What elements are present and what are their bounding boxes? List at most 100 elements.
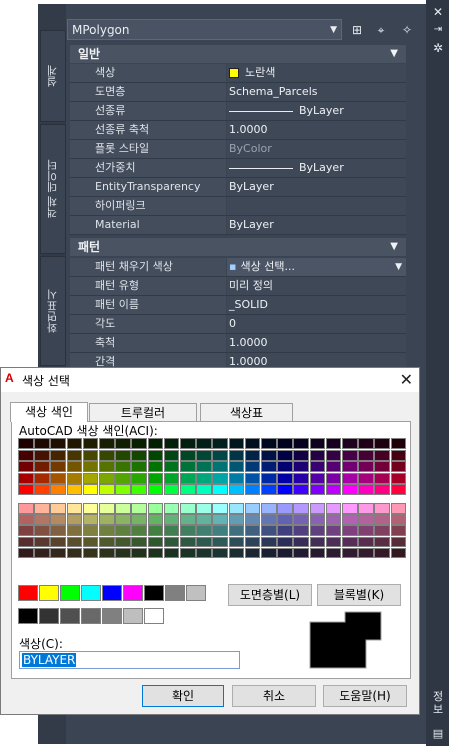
aci-color-cell[interactable] <box>374 525 391 537</box>
aci-color-cell[interactable] <box>309 438 326 450</box>
aci-color-cell[interactable] <box>390 449 407 461</box>
aci-color-cell[interactable] <box>163 536 180 548</box>
aci-color-cell[interactable] <box>131 547 148 559</box>
aci-color-cell[interactable] <box>99 438 115 450</box>
aci-color-cell[interactable] <box>374 547 391 559</box>
property-value[interactable]: 1.0000 <box>227 334 406 352</box>
aci-color-cell[interactable] <box>228 461 245 473</box>
select-objects-icon[interactable]: ⌖ <box>372 21 390 39</box>
aci-color-cell[interactable] <box>325 503 342 514</box>
aci-color-cell[interactable] <box>131 449 148 461</box>
aci-color-cell[interactable] <box>34 438 50 450</box>
aci-color-cell[interactable] <box>228 472 245 484</box>
property-row[interactable]: 패턴 유형 미리 정의 <box>70 277 406 296</box>
property-row[interactable]: 선종류 축척 1.0000 <box>70 121 406 140</box>
aci-color-cell[interactable] <box>293 449 310 461</box>
aci-color-cell[interactable] <box>244 547 261 559</box>
aci-color-cell[interactable] <box>18 536 34 548</box>
property-row[interactable]: EntityTransparency ByLayer <box>70 178 406 197</box>
aci-color-cell[interactable] <box>277 547 293 559</box>
aci-color-cell[interactable] <box>212 547 229 559</box>
aci-color-cell[interactable] <box>212 525 229 537</box>
aci-color-cell[interactable] <box>325 547 342 559</box>
aci-color-cell[interactable] <box>82 438 99 450</box>
cancel-button[interactable]: 취소 <box>232 685 316 707</box>
aci-color-cell[interactable] <box>163 514 180 525</box>
aci-color-cell[interactable] <box>66 472 83 484</box>
aci-color-cell[interactable] <box>212 536 229 548</box>
property-value[interactable]: ByLayer <box>227 178 406 196</box>
aci-color-cell[interactable] <box>18 472 34 484</box>
property-row[interactable]: 플롯 스타일 ByColor <box>70 140 406 159</box>
aci-color-cell[interactable] <box>374 461 391 473</box>
standard-color-cell[interactable] <box>18 585 38 601</box>
aci-color-cell[interactable] <box>277 525 293 537</box>
color-input[interactable]: BYLAYER <box>19 651 240 669</box>
side-tab-display[interactable]: 화면표시 <box>40 256 66 366</box>
aci-color-cell[interactable] <box>18 547 34 559</box>
aci-color-cell[interactable] <box>163 461 180 473</box>
aci-color-cell[interactable] <box>147 484 164 496</box>
aci-color-cell[interactable] <box>244 525 261 537</box>
aci-color-cell[interactable] <box>115 514 131 525</box>
aci-color-cell[interactable] <box>18 514 34 525</box>
aci-color-cell[interactable] <box>82 514 99 525</box>
property-value[interactable] <box>227 197 406 215</box>
aci-color-cell[interactable] <box>293 472 310 484</box>
aci-color-cell[interactable] <box>261 472 277 484</box>
aci-color-cell[interactable] <box>358 536 374 548</box>
aci-color-cell[interactable] <box>390 461 407 473</box>
aci-color-cell[interactable] <box>147 525 164 537</box>
standard-color-cell[interactable] <box>39 608 59 624</box>
aci-color-cell[interactable] <box>277 514 293 525</box>
aci-color-cell[interactable] <box>50 472 67 484</box>
aci-color-cell[interactable] <box>342 536 358 548</box>
standard-color-cell[interactable] <box>39 585 59 601</box>
standard-color-cell[interactable] <box>144 608 164 624</box>
aci-color-cell[interactable] <box>180 536 196 548</box>
aci-color-cell[interactable] <box>18 449 34 461</box>
aci-color-cell[interactable] <box>66 484 83 496</box>
property-row[interactable]: 축척 1.0000 <box>70 334 406 353</box>
aci-color-cell[interactable] <box>244 438 261 450</box>
standard-color-cell[interactable] <box>123 608 143 624</box>
aci-color-cell[interactable] <box>293 484 310 496</box>
aci-color-cell[interactable] <box>244 503 261 514</box>
aci-color-cell[interactable] <box>163 547 180 559</box>
aci-color-cell[interactable] <box>18 503 34 514</box>
aci-color-cell[interactable] <box>50 503 67 514</box>
property-row[interactable]: Material ByLayer <box>70 216 406 235</box>
standard-color-cell[interactable] <box>165 585 185 601</box>
aci-color-cell[interactable] <box>228 514 245 525</box>
aci-color-cell[interactable] <box>244 449 261 461</box>
chevron-down-icon[interactable]: ▼ <box>395 258 402 276</box>
aci-color-cell[interactable] <box>325 514 342 525</box>
property-value[interactable]: 1.0000 <box>227 121 406 139</box>
aci-color-cell[interactable] <box>115 449 131 461</box>
aci-color-cell[interactable] <box>293 525 310 537</box>
aci-color-cell[interactable] <box>358 438 374 450</box>
tab-true-color[interactable]: 트루컬러 <box>89 403 197 421</box>
aci-color-cell[interactable] <box>342 472 358 484</box>
property-value[interactable]: 노란색 <box>227 64 406 82</box>
aci-color-cell[interactable] <box>261 503 277 514</box>
aci-color-cell[interactable] <box>228 484 245 496</box>
property-value[interactable]: ByLayer <box>227 102 406 120</box>
aci-color-cell[interactable] <box>277 438 293 450</box>
aci-palette-lower[interactable] <box>18 503 407 559</box>
aci-color-cell[interactable] <box>212 449 229 461</box>
aci-color-cell[interactable] <box>212 438 229 450</box>
aci-color-cell[interactable] <box>163 438 180 450</box>
aci-color-cell[interactable] <box>115 525 131 537</box>
aci-color-cell[interactable] <box>261 484 277 496</box>
aci-color-cell[interactable] <box>99 449 115 461</box>
property-value[interactable]: ByColor <box>227 140 406 158</box>
aci-color-cell[interactable] <box>82 484 99 496</box>
aci-color-cell[interactable] <box>309 449 326 461</box>
aci-color-cell[interactable] <box>196 472 212 484</box>
aci-color-cell[interactable] <box>131 536 148 548</box>
aci-color-cell[interactable] <box>66 514 83 525</box>
aci-color-cell[interactable] <box>358 461 374 473</box>
aci-color-cell[interactable] <box>390 536 407 548</box>
aci-color-cell[interactable] <box>147 472 164 484</box>
